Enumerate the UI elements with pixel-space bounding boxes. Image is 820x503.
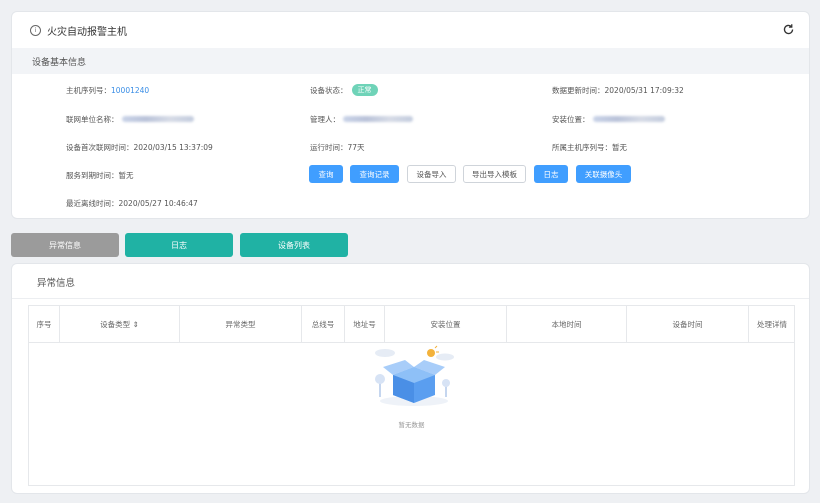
col-handling-detail: 处理详情 — [757, 320, 787, 329]
export-template-button[interactable]: 导出导入模板 — [463, 165, 526, 183]
unit-name-label: 联网单位名称： — [66, 114, 119, 124]
device-info-card: i 火灾自动报警主机 设备基本信息 主机序列号： 10001240 设备状态： … — [11, 11, 810, 219]
abnormal-info-card: 异常信息 序号 设备类型 ⇕ 异常类型 总线号 地址号 安装位置 本地时间 设备… — [11, 263, 810, 494]
divider — [12, 298, 809, 299]
tab-log[interactable]: 日志 — [125, 233, 233, 257]
service-expire-value: 暂无 — [118, 170, 134, 180]
runtime-label: 运行时间： — [310, 142, 348, 152]
redacted-manager — [343, 116, 413, 122]
runtime-field: 运行时间： 77天 — [310, 140, 365, 154]
tab-abnormal[interactable]: 异常信息 — [11, 233, 119, 257]
card-header: i 火灾自动报警主机 — [12, 12, 809, 48]
redacted-location — [592, 116, 665, 122]
log-button[interactable]: 日志 — [534, 165, 568, 183]
import-device-button[interactable]: 设备导入 — [407, 165, 456, 183]
refresh-icon[interactable] — [782, 23, 795, 36]
host-serial-label: 主机序列号： — [66, 85, 111, 95]
parent-serial-label: 所属主机序列号： — [552, 142, 612, 152]
device-status-field: 设备状态： 正常 — [310, 83, 378, 97]
parent-serial-field: 所属主机序列号： 暂无 — [552, 140, 627, 154]
tab-device-list[interactable]: 设备列表 — [240, 233, 348, 257]
runtime-value: 77天 — [347, 142, 365, 152]
unit-name-field: 联网单位名称： — [66, 112, 194, 126]
col-install-location: 安装位置 — [385, 306, 507, 343]
empty-box-icon — [375, 345, 454, 406]
col-address-no: 地址号 — [345, 306, 385, 343]
status-badge: 正常 — [351, 84, 378, 96]
device-status-label: 设备状态： — [310, 85, 348, 95]
page-title: 火灾自动报警主机 — [47, 26, 127, 38]
link-camera-button[interactable]: 关联摄像头 — [576, 165, 631, 183]
col-abnormal-type: 异常类型 — [180, 306, 302, 343]
service-expire-label: 服务到期时间： — [66, 170, 119, 180]
empty-text: 暂无数据 — [398, 421, 425, 429]
table-header: 序号 设备类型 ⇕ 异常类型 总线号 地址号 安装位置 本地时间 设备时间 处理… — [29, 306, 794, 343]
col-bus-no: 总线号 — [302, 306, 345, 343]
manager-field: 管理人： — [310, 112, 413, 126]
data-update-value: 2020/05/31 17:09:32 — [604, 85, 684, 95]
host-serial-field: 主机序列号： 10001240 — [66, 83, 149, 97]
manager-label: 管理人： — [310, 114, 340, 124]
first-online-field: 设备首次联网时间： 2020/03/15 13:37:09 — [66, 140, 213, 154]
host-serial-value[interactable]: 10001240 — [111, 86, 149, 95]
first-online-label: 设备首次联网时间： — [66, 142, 134, 152]
section-title: 设备基本信息 — [12, 48, 809, 74]
location-label: 安装位置： — [552, 114, 590, 124]
service-expire-field: 服务到期时间： 暂无 — [66, 168, 134, 182]
last-offline-value: 2020/05/27 10:46:47 — [118, 198, 198, 208]
query-button[interactable]: 查询 — [309, 165, 343, 183]
col-device-type[interactable]: 设备类型 ⇕ — [60, 306, 180, 343]
col-local-time: 本地时间 — [507, 306, 627, 343]
first-online-value: 2020/03/15 13:37:09 — [133, 142, 213, 152]
col-device-time: 设备时间 — [627, 306, 749, 343]
info-circle-icon: i — [30, 24, 41, 36]
last-offline-label: 最近离线时间： — [66, 198, 119, 208]
last-offline-field: 最近离线时间： 2020/05/27 10:46:47 — [66, 196, 198, 210]
data-update-field: 数据更新时间： 2020/05/31 17:09:32 — [552, 83, 684, 97]
abnormal-table: 序号 设备类型 ⇕ 异常类型 总线号 地址号 安装位置 本地时间 设备时间 处理… — [28, 305, 795, 486]
location-field: 安装位置： — [552, 112, 665, 126]
col-index: 序号 — [29, 306, 60, 343]
query-records-button[interactable]: 查询记录 — [350, 165, 399, 183]
abnormal-title: 异常信息 — [37, 278, 76, 289]
redacted-unit-name — [121, 116, 194, 122]
parent-serial-value: 暂无 — [612, 142, 627, 152]
data-update-label: 数据更新时间： — [552, 85, 605, 95]
